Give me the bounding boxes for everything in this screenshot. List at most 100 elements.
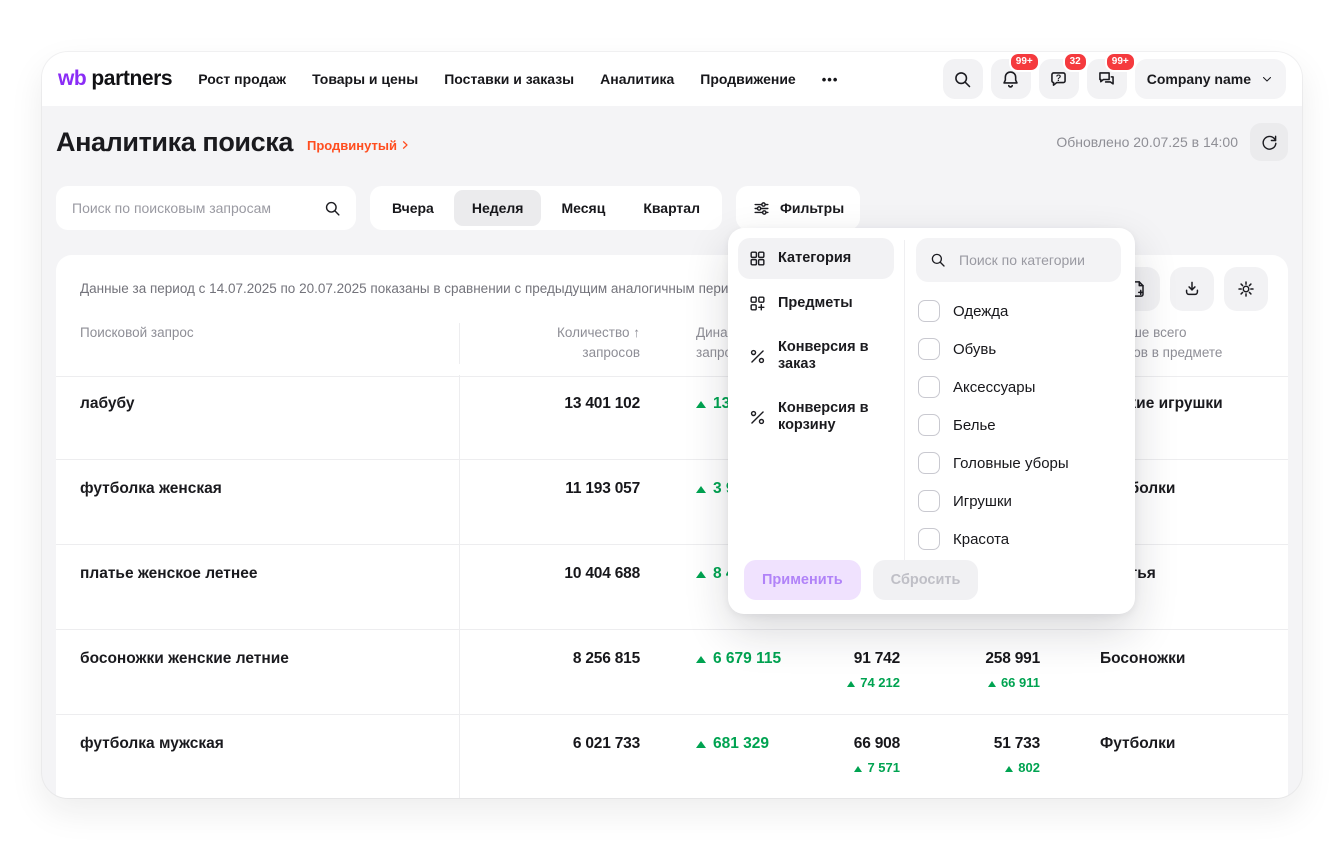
filter-menu-category[interactable]: Категория: [738, 238, 894, 279]
checkbox-icon[interactable]: [918, 338, 940, 360]
query-search-field[interactable]: [56, 186, 356, 230]
filter-menu-conversion-order[interactable]: Конверсия в заказ: [738, 328, 894, 385]
category-option-beauty[interactable]: Красота: [916, 520, 1121, 558]
logo-partners: partners: [91, 67, 172, 91]
period-note: Данные за период с 14.07.2025 по 20.07.2…: [80, 281, 771, 296]
category-option-accessories[interactable]: Аксессуары: [916, 368, 1121, 406]
triangle-up-icon: [847, 681, 855, 687]
table-settings-button[interactable]: [1224, 267, 1268, 311]
filter-menu-items-label: Предметы: [778, 295, 853, 312]
metric1-cell: 66 9087 571: [800, 715, 900, 798]
subject-cell: Футболки: [1040, 715, 1288, 798]
count-cell: 10 404 688: [460, 545, 640, 629]
last-updated-text: Обновлено 20.07.25 в 14:00: [1056, 134, 1238, 150]
help-icon: ?: [1048, 69, 1069, 90]
checkbox-icon[interactable]: [918, 414, 940, 436]
query-cell: футболка женская: [56, 460, 460, 544]
option-label: Аксессуары: [953, 379, 1035, 396]
triangle-up-icon: [1005, 766, 1013, 772]
query-search-input[interactable]: [70, 199, 313, 217]
items-add-icon: [748, 294, 767, 313]
percent-icon: [748, 408, 767, 427]
category-option-clothes[interactable]: Одежда: [916, 292, 1121, 330]
nav-item-goods-prices[interactable]: Товары и цены: [312, 71, 418, 87]
notifications-badge: 99+: [1009, 52, 1040, 72]
count-cell: 6 021 733: [460, 715, 640, 798]
category-search-input[interactable]: [957, 251, 1108, 269]
nav-item-supplies-orders[interactable]: Поставки и заказы: [444, 71, 574, 87]
sliders-icon: [752, 199, 771, 218]
checkbox-icon[interactable]: [918, 490, 940, 512]
checkbox-icon[interactable]: [918, 452, 940, 474]
filter-panel-footer: Применить Сбросить: [744, 560, 978, 600]
period-quarter[interactable]: Квартал: [625, 190, 718, 226]
filter-menu-conversion-cart[interactable]: Конверсия в корзину: [738, 389, 894, 446]
filters-dropdown-panel: Категория Предметы Конверсия в заказ Кон…: [728, 228, 1135, 614]
nav-more-button[interactable]: •••: [822, 72, 839, 87]
chat-button[interactable]: 99+: [1087, 59, 1127, 99]
filter-categories-menu: Категория Предметы Конверсия в заказ Кон…: [738, 238, 894, 446]
advanced-mode-label: Продвинутый: [307, 138, 397, 153]
app-window: wbpartners Рост продаж Товары и цены Пос…: [42, 52, 1302, 798]
period-month[interactable]: Месяц: [543, 190, 623, 226]
help-button[interactable]: ? 32: [1039, 59, 1079, 99]
nav-item-promotion[interactable]: Продвижение: [700, 71, 795, 87]
topbar-actions: 99+ ? 32 99+ Company name: [943, 59, 1286, 99]
category-option-toys[interactable]: Игрушки: [916, 482, 1121, 520]
checkbox-icon[interactable]: [918, 528, 940, 550]
triangle-up-icon: [696, 656, 706, 663]
count-cell: 11 193 057: [460, 460, 640, 544]
download-button[interactable]: [1170, 267, 1214, 311]
filter-menu-category-label: Категория: [778, 250, 851, 267]
table-tools: [1116, 267, 1268, 311]
count-cell: 8 256 815: [460, 630, 640, 714]
column-header-count[interactable]: Количество ↑ запросов: [460, 323, 640, 364]
category-option-underwear[interactable]: Белье: [916, 406, 1121, 444]
category-option-hats[interactable]: Головные уборы: [916, 444, 1121, 482]
advanced-mode-link[interactable]: Продвинутый: [307, 138, 411, 153]
filter-options-area: Одежда Обувь Аксессуары Белье Головные у…: [916, 238, 1121, 558]
checkbox-icon[interactable]: [918, 300, 940, 322]
search-icon: [323, 199, 342, 218]
chevron-down-icon: [1260, 72, 1274, 86]
notifications-button[interactable]: 99+: [991, 59, 1031, 99]
search-icon: [952, 69, 973, 90]
page-header: Аналитика поиска Продвинутый Обновлено 2…: [56, 118, 1288, 166]
filter-menu-conversion-order-label: Конверсия в заказ: [778, 339, 884, 374]
company-menu[interactable]: Company name: [1135, 59, 1286, 99]
reset-filters-button[interactable]: Сбросить: [873, 560, 979, 600]
table-row[interactable]: футболка мужская 6 021 733 681 329 66 90…: [56, 715, 1288, 798]
search-icon: [929, 251, 947, 269]
filter-menu-items[interactable]: Предметы: [738, 283, 894, 324]
panel-divider: [904, 240, 905, 560]
search-button[interactable]: [943, 59, 983, 99]
chat-badge: 99+: [1105, 52, 1136, 72]
nav-item-analytics[interactable]: Аналитика: [600, 71, 674, 87]
period-segmented-control: Вчера Неделя Месяц Квартал: [370, 186, 722, 230]
query-cell: платье женское летнее: [56, 545, 460, 629]
metric2-cell: 51 733802: [900, 715, 1040, 798]
nav-item-sales-growth[interactable]: Рост продаж: [198, 71, 286, 87]
svg-text:?: ?: [1056, 72, 1062, 82]
refresh-button[interactable]: [1250, 123, 1288, 161]
table-row[interactable]: босоножки женские летние 8 256 815 6 679…: [56, 630, 1288, 715]
checkbox-icon[interactable]: [918, 376, 940, 398]
apply-filters-button[interactable]: Применить: [744, 560, 861, 600]
subject-cell: Босоножки: [1040, 630, 1288, 714]
period-week[interactable]: Неделя: [454, 190, 542, 226]
query-cell: футболка мужская: [56, 715, 460, 798]
option-label: Игрушки: [953, 493, 1012, 510]
help-badge: 32: [1063, 52, 1088, 72]
category-option-shoes[interactable]: Обувь: [916, 330, 1121, 368]
wb-partners-logo[interactable]: wbpartners: [58, 67, 172, 91]
percent-icon: [748, 347, 767, 366]
column-header-query[interactable]: Поисковой запрос: [56, 323, 460, 364]
grid-icon: [748, 249, 767, 268]
query-cell: босоножки женские летние: [56, 630, 460, 714]
filters-button[interactable]: Фильтры: [736, 186, 860, 230]
option-label: Одежда: [953, 303, 1008, 320]
category-search-field[interactable]: [916, 238, 1121, 282]
count-cell: 13 401 102: [460, 375, 640, 459]
period-yesterday[interactable]: Вчера: [374, 190, 452, 226]
triangle-up-icon: [854, 766, 862, 772]
